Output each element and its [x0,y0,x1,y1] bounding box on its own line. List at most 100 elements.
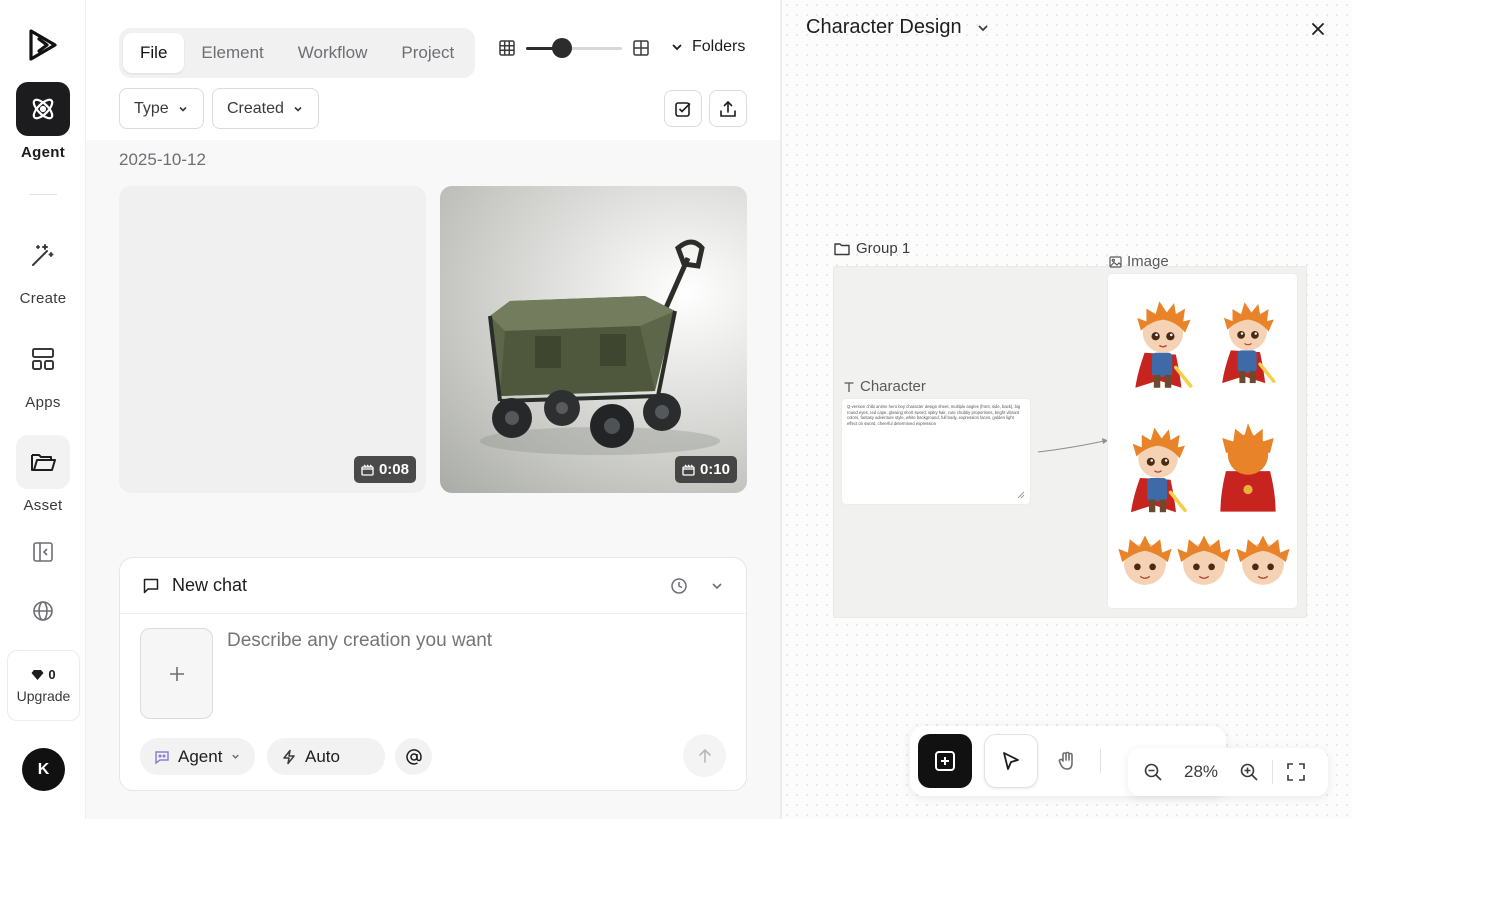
select-tool-button[interactable] [984,734,1038,788]
zoom-out-icon [1144,763,1162,781]
chevron-down-icon [294,106,302,112]
apps-layout-icon [16,332,70,386]
chevron-down-icon [978,24,988,31]
asset-toolbar: File Element Workflow Project Folders Ty… [86,0,780,140]
sidebar-item-label: Asset [23,497,63,514]
zoom-controls: 28% [1128,748,1328,796]
image-icon [1109,255,1122,268]
auto-mode-label: Auto [305,746,340,766]
folders-label: Folders [692,38,746,55]
workflow-canvas[interactable]: Character Design Group 1 Character Q-ver… [782,0,1352,819]
agent-mode-label: Agent [178,746,223,766]
send-button[interactable] [683,734,726,777]
large-grid-icon[interactable] [632,39,650,57]
chat-header: New chat [120,558,746,614]
select-mode-button[interactable] [664,90,702,127]
close-button[interactable] [1306,17,1330,41]
app-logo-icon[interactable] [24,26,62,64]
chevron-down-icon[interactable] [710,579,724,593]
globe-icon [33,601,53,621]
sidebar-divider [29,194,57,195]
folder-icon [834,242,850,255]
date-group-label: 2025-10-12 [119,150,206,169]
grid-size-control [498,38,650,58]
created-filter-label: Created [227,99,284,117]
agent-mode-selector[interactable]: Agent [140,738,256,775]
credits-count: 0 [31,667,56,682]
text-type-icon [844,381,854,392]
folders-toggle[interactable]: Folders [670,38,745,56]
text-node-label: Character [843,378,926,395]
avatar[interactable]: K [22,748,65,791]
prompt-input[interactable] [227,630,717,652]
plus-square-icon [935,751,955,771]
tab-file[interactable]: File [123,33,185,73]
upgrade-button[interactable]: 0 Upgrade [7,650,80,721]
mention-button[interactable] [395,738,432,775]
chat-title: New chat [172,575,248,595]
sidebar-item-asset[interactable]: Asset [0,435,86,514]
checkbox-select-icon [675,101,691,117]
fit-view-button[interactable] [1281,757,1311,787]
credits-value: 0 [48,667,56,682]
auto-mode-button[interactable]: Auto [267,738,385,775]
slider-thumb[interactable] [552,38,573,58]
type-filter[interactable]: Type [119,88,204,129]
duration-text: 0:10 [699,461,730,478]
chevron-down-icon [672,44,682,51]
canvas-title: Character Design [806,16,962,38]
arrow-up-icon [698,748,711,763]
chat-bubble-icon [143,578,159,593]
video-clip-icon [682,464,695,476]
text-node[interactable]: Q-version chibi anime hero boy character… [842,399,1030,504]
folder-open-icon [16,435,70,489]
character-sheet-image [1117,299,1291,586]
wagon-thumbnail-image [480,239,720,455]
asset-card[interactable]: 0:10 [440,186,747,493]
sidebar-item-agent[interactable]: Agent [0,82,86,161]
agent-chat-icon [155,750,169,764]
sidebar-item-create[interactable]: Create [0,228,86,307]
sidebar-item-apps[interactable]: Apps [0,332,86,411]
tab-workflow[interactable]: Workflow [281,33,385,73]
collapse-sidebar-button[interactable] [28,537,58,567]
sidebar-item-label: Apps [25,394,61,411]
pan-tool-button[interactable] [1040,734,1094,788]
at-sign-icon [405,748,422,765]
cursor-pointer-icon [1003,752,1019,770]
add-attachment-button[interactable] [140,628,213,719]
text-node-content: Q-version chibi anime hero boy character… [847,404,1021,426]
grid-size-slider[interactable] [526,38,622,58]
zoom-in-button[interactable] [1234,757,1264,787]
group-label-text: Group 1 [856,240,911,257]
video-duration-badge: 0:08 [353,456,416,483]
atom-icon [16,82,70,136]
plus-icon [169,666,184,681]
add-node-button[interactable] [918,734,972,788]
fullscreen-icon [1287,763,1305,781]
sidebar-item-label: Create [19,290,67,307]
zoom-in-icon [1240,763,1258,781]
chat-panel: New chat Agent Auto [119,557,747,791]
sidebar: Agent Create Apps Asset 0 Upgrade K [0,0,86,819]
video-clip-icon [361,464,374,476]
canvas-title-dropdown[interactable]: Character Design [806,16,990,39]
app-window: Agent Create Apps Asset 0 Upgrade K File… [0,0,1352,819]
type-filter-label: Type [134,99,169,117]
resize-handle-icon[interactable] [1017,491,1025,499]
hand-icon [1058,751,1073,770]
video-duration-badge: 0:10 [674,456,737,483]
created-filter[interactable]: Created [212,88,319,129]
asset-card[interactable]: 0:08 [119,186,426,493]
history-clock-icon[interactable] [670,577,688,595]
small-grid-icon[interactable] [498,39,516,57]
asset-panel: File Element Workflow Project Folders Ty… [86,0,782,819]
zoom-level: 28% [1183,762,1219,781]
tab-element[interactable]: Element [184,33,280,73]
upload-button[interactable] [709,90,747,127]
toolbar-divider [1100,749,1101,773]
image-node[interactable] [1108,274,1297,608]
zoom-out-button[interactable] [1138,757,1168,787]
language-button[interactable] [28,596,58,626]
tab-project[interactable]: Project [384,33,471,73]
